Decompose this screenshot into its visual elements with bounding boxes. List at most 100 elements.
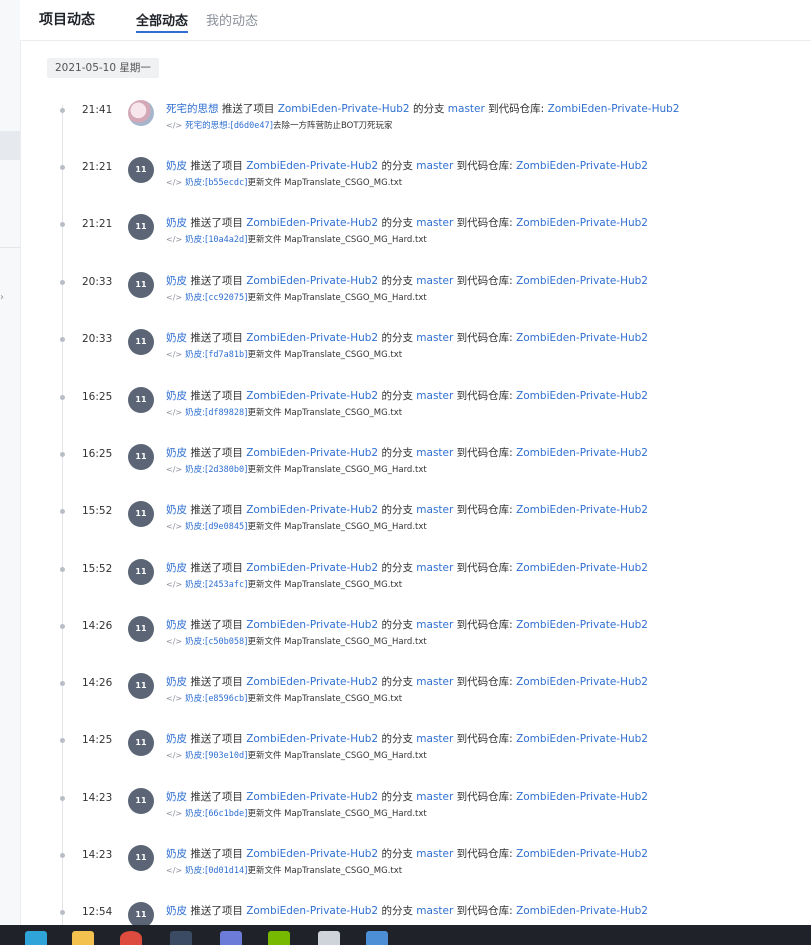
commit-hash-link[interactable]: e8596cb: [208, 694, 244, 704]
file-explorer-icon[interactable]: [72, 931, 94, 945]
nvidia-icon[interactable]: [268, 931, 290, 945]
user-link[interactable]: 死宅的思想: [166, 103, 219, 115]
tab-all-activity[interactable]: 全部动态: [136, 10, 189, 33]
branch-link[interactable]: master: [416, 447, 453, 459]
repo-link[interactable]: ZombiEden-Private-Hub2: [516, 905, 648, 917]
commit-hash-link[interactable]: cc92075: [208, 293, 244, 303]
user-link[interactable]: 奶皮: [166, 619, 187, 631]
project-link[interactable]: ZombiEden-Private-Hub2: [246, 217, 378, 229]
branch-link[interactable]: master: [416, 676, 453, 688]
branch-link[interactable]: master: [416, 504, 453, 516]
repo-link[interactable]: ZombiEden-Private-Hub2: [516, 160, 648, 172]
commit-hash-link[interactable]: b55ecdc: [208, 178, 244, 188]
commit-hash-link[interactable]: fd7a81b: [208, 350, 244, 360]
user-link[interactable]: 奶皮: [166, 217, 187, 229]
commit-author-link[interactable]: 奶皮: [185, 694, 202, 704]
app-icon[interactable]: [366, 931, 388, 945]
user-link[interactable]: 奶皮: [166, 905, 187, 917]
commit-hash-link[interactable]: df89828: [208, 408, 244, 418]
commit-author-link[interactable]: 奶皮: [185, 580, 202, 590]
commit-author-link[interactable]: 奶皮: [185, 293, 202, 303]
user-avatar[interactable]: 11: [128, 444, 154, 470]
user-link[interactable]: 奶皮: [166, 447, 187, 459]
obs-icon[interactable]: [318, 931, 340, 945]
repo-link[interactable]: ZombiEden-Private-Hub2: [548, 103, 680, 115]
user-link[interactable]: 奶皮: [166, 676, 187, 688]
project-link[interactable]: ZombiEden-Private-Hub2: [246, 275, 378, 287]
project-link[interactable]: ZombiEden-Private-Hub2: [246, 447, 378, 459]
branch-link[interactable]: master: [416, 275, 453, 287]
commit-hash-link[interactable]: 66c1bde: [208, 809, 244, 819]
repo-link[interactable]: ZombiEden-Private-Hub2: [516, 447, 648, 459]
user-link[interactable]: 奶皮: [166, 390, 187, 402]
project-link[interactable]: ZombiEden-Private-Hub2: [246, 332, 378, 344]
discord-icon[interactable]: [220, 931, 242, 945]
user-avatar[interactable]: [128, 100, 154, 126]
commit-author-link[interactable]: 奶皮: [185, 522, 202, 532]
repo-link[interactable]: ZombiEden-Private-Hub2: [516, 332, 648, 344]
branch-link[interactable]: master: [416, 217, 453, 229]
repo-link[interactable]: ZombiEden-Private-Hub2: [516, 390, 648, 402]
user-avatar[interactable]: 11: [128, 214, 154, 240]
repo-link[interactable]: ZombiEden-Private-Hub2: [516, 733, 648, 745]
commit-hash-link[interactable]: d9e0845: [208, 522, 244, 532]
user-avatar[interactable]: 11: [128, 272, 154, 298]
repo-link[interactable]: ZombiEden-Private-Hub2: [516, 791, 648, 803]
branch-link[interactable]: master: [416, 562, 453, 574]
commit-author-link[interactable]: 奶皮: [185, 866, 202, 876]
commit-author-link[interactable]: 奶皮: [185, 751, 202, 761]
user-avatar[interactable]: 11: [128, 387, 154, 413]
branch-link[interactable]: master: [416, 905, 453, 917]
commit-hash-link[interactable]: 10a4a2d: [208, 235, 244, 245]
repo-link[interactable]: ZombiEden-Private-Hub2: [516, 504, 648, 516]
project-link[interactable]: ZombiEden-Private-Hub2: [246, 619, 378, 631]
branch-link[interactable]: master: [416, 619, 453, 631]
project-link[interactable]: ZombiEden-Private-Hub2: [246, 676, 378, 688]
commit-hash-link[interactable]: 0d01d14: [208, 866, 244, 876]
repo-link[interactable]: ZombiEden-Private-Hub2: [516, 619, 648, 631]
commit-hash-link[interactable]: 2453afc: [208, 580, 244, 590]
user-avatar[interactable]: 11: [128, 616, 154, 642]
branch-link[interactable]: master: [416, 160, 453, 172]
project-link[interactable]: ZombiEden-Private-Hub2: [278, 103, 410, 115]
branch-link[interactable]: master: [448, 103, 485, 115]
project-link[interactable]: ZombiEden-Private-Hub2: [246, 562, 378, 574]
repo-link[interactable]: ZombiEden-Private-Hub2: [516, 676, 648, 688]
project-link[interactable]: ZombiEden-Private-Hub2: [246, 733, 378, 745]
branch-link[interactable]: master: [416, 332, 453, 344]
commit-hash-link[interactable]: 2d380b0: [208, 465, 244, 475]
repo-link[interactable]: ZombiEden-Private-Hub2: [516, 217, 648, 229]
user-avatar[interactable]: 11: [128, 730, 154, 756]
user-avatar[interactable]: 11: [128, 788, 154, 814]
commit-hash-link[interactable]: c50b058: [208, 637, 244, 647]
user-link[interactable]: 奶皮: [166, 504, 187, 516]
commit-author-link[interactable]: 奶皮: [185, 408, 202, 418]
branch-link[interactable]: master: [416, 390, 453, 402]
commit-hash-link[interactable]: d6d0e47: [234, 121, 270, 131]
user-link[interactable]: 奶皮: [166, 791, 187, 803]
user-link[interactable]: 奶皮: [166, 733, 187, 745]
commit-author-link[interactable]: 奶皮: [185, 178, 202, 188]
user-avatar[interactable]: 11: [128, 559, 154, 585]
chrome-icon[interactable]: [120, 931, 142, 945]
project-link[interactable]: ZombiEden-Private-Hub2: [246, 390, 378, 402]
project-link[interactable]: ZombiEden-Private-Hub2: [246, 791, 378, 803]
user-avatar[interactable]: 11: [128, 329, 154, 355]
user-avatar[interactable]: 11: [128, 501, 154, 527]
commit-author-link[interactable]: 奶皮: [185, 235, 202, 245]
branch-link[interactable]: master: [416, 733, 453, 745]
commit-author-link[interactable]: 死宅的思想: [185, 121, 228, 131]
user-avatar[interactable]: 11: [128, 845, 154, 871]
user-link[interactable]: 奶皮: [166, 562, 187, 574]
user-avatar[interactable]: 11: [128, 157, 154, 183]
commit-author-link[interactable]: 奶皮: [185, 809, 202, 819]
edge-icon[interactable]: [25, 931, 47, 945]
user-link[interactable]: 奶皮: [166, 848, 187, 860]
project-link[interactable]: ZombiEden-Private-Hub2: [246, 848, 378, 860]
commit-author-link[interactable]: 奶皮: [185, 465, 202, 475]
branch-link[interactable]: master: [416, 791, 453, 803]
tab-my-activity[interactable]: 我的动态: [206, 10, 258, 29]
repo-link[interactable]: ZombiEden-Private-Hub2: [516, 275, 648, 287]
repo-link[interactable]: ZombiEden-Private-Hub2: [516, 848, 648, 860]
steam-icon[interactable]: [170, 931, 192, 945]
